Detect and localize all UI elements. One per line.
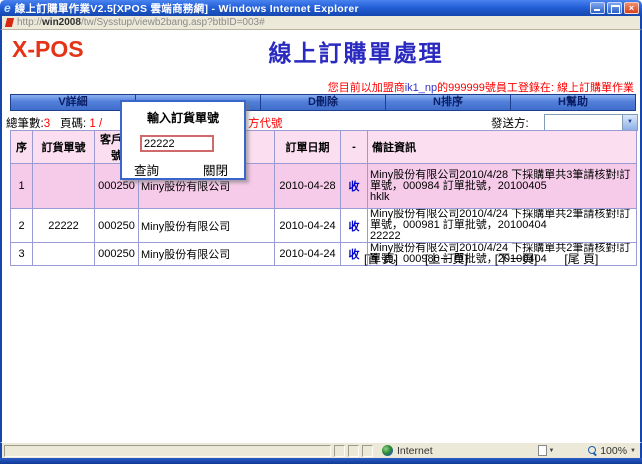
merchant-id: ik1_np [405,82,437,94]
close-button[interactable]: × [624,2,639,14]
protected-mode-control[interactable]: ▼ [525,445,567,456]
cell-customer-code: 000250 [95,243,139,266]
login-prefix: 您目前以加盟商 [328,82,405,94]
cell-flag: 收 [341,209,368,243]
toolbar-button-delete[interactable]: D刪除 [260,94,386,111]
status-cell [334,445,345,457]
browser-window: e 線上訂購單作業V2.5[XPOS 雲端商務網] - Windows Inte… [0,0,642,464]
url-prefix: http:// [17,17,42,28]
total-count-value: 3 [44,118,50,130]
cell-order-no: 22222 [33,209,95,243]
window-bottom-border [0,458,642,464]
window-title: 線上訂購單作業V2.5[XPOS 雲端商務網] - Windows Intern… [15,1,359,16]
url-text: http://win2008/tw/Sysstup/viewb2bang.asp… [17,17,265,28]
total-count: 總筆數:3 [6,115,50,131]
cell-seq: 3 [11,243,33,266]
ie-logo-icon: e [4,2,11,14]
hint-text-fragment: 方代號 [248,115,283,131]
page-content: X-POS 線上訂購單處理 您目前以加盟商ik1_np的999999號員工登錄在… [0,30,642,442]
page-icon [538,445,547,456]
orders-table: 序 訂貨單號 客戶代號 客戶名稱 訂單日期 - 備註資訊 1 000250 Mi… [10,130,637,266]
login-suffix: 號員工登錄在: 線上訂購單作業 [485,82,634,94]
pagination-prev[interactable]: [上一頁] [425,250,468,267]
cell-order-no [33,164,95,209]
minimize-button[interactable] [590,2,605,14]
cell-customer-code: 000250 [95,209,139,243]
maximize-button[interactable] [607,2,622,14]
sender-label: 發送方: [491,115,529,131]
cell-order-date: 2010-04-28 [275,164,341,209]
page-title: 線上訂購單處理 [72,34,640,68]
cell-seq: 2 [11,209,33,243]
chevron-down-icon: ▼ [630,448,636,454]
chevron-down-icon: ▼ [549,448,555,454]
security-zone: Internet [376,445,481,457]
page-number-value: 1 / [89,118,102,130]
table-row[interactable]: 1 000250 Miny股份有限公司 2010-04-28 收 Miny股份有… [11,164,637,209]
login-mid: 的 [437,82,448,94]
total-count-label: 總筆數: [6,118,44,130]
address-bar: http://win2008/tw/Sysstup/viewb2bang.asp… [0,16,642,30]
sender-select-value [545,115,622,130]
login-notice: 您目前以加盟商ik1_np的999999號員工登錄在: 線上訂購單作業 [328,79,634,95]
order-number-dialog: 輸入訂貨單號 查詢 關閉 [120,100,246,180]
magnifier-icon [588,446,597,455]
zone-label: Internet [397,445,433,457]
sender-select[interactable]: ▼ [544,114,638,131]
zoom-control[interactable]: 100% ▼ [570,445,636,457]
status-cell [362,445,373,457]
cell-order-date: 2010-04-24 [275,209,341,243]
employee-id: 999999 [448,82,485,94]
status-gap [484,445,522,457]
cell-remark: Miny股份有限公司2010/4/24 下採購單共2筆請核對!訂單號，00098… [368,209,637,243]
cell-seq: 1 [11,164,33,209]
cell-customer-name: Miny股份有限公司 [139,243,275,266]
cell-order-date: 2010-04-24 [275,243,341,266]
dialog-close-button[interactable]: 關閉 [203,160,228,179]
header-order-date: 訂單日期 [275,131,341,164]
cell-remark: Miny股份有限公司2010/4/28 下採購單共3筆請核對!訂單號，00098… [368,164,637,209]
toolbar: V詳細 D刪除 N排序 H幫助 [10,94,636,111]
pagination-next[interactable]: [下一頁] [495,250,538,267]
address-alert-icon [5,18,14,27]
header-order-no: 訂貨單號 [33,131,95,164]
cell-customer-name: Miny股份有限公司 [139,209,275,243]
toolbar-button-detail[interactable]: V詳細 [10,94,136,111]
pagination: [首 頁] [上一頁] [下一頁] [尾 頁] [364,250,598,267]
globe-icon [382,445,393,456]
cell-order-no [33,243,95,266]
toolbar-button-help[interactable]: H幫助 [510,94,636,111]
table-header-row: 序 訂貨單號 客戶代號 客戶名稱 訂單日期 - 備註資訊 [11,131,637,164]
window-titlebar: e 線上訂購單作業V2.5[XPOS 雲端商務網] - Windows Inte… [0,0,642,16]
dialog-query-button[interactable]: 查詢 [134,160,159,179]
cell-flag: 收 [341,164,368,209]
url-path: /tw/Sysstup/viewb2bang.asp?btbID=003# [81,17,265,28]
toolbar-button-sort[interactable]: N排序 [385,94,511,111]
page-number: 頁碼: 1 / [60,115,102,131]
pagination-first[interactable]: [首 頁] [364,250,398,267]
header-remark: 備註資訊 [368,131,637,164]
dialog-title: 輸入訂貨單號 [122,109,244,126]
status-message-panel [4,445,331,457]
page-number-label: 頁碼: [60,118,86,130]
table-row[interactable]: 2 22222 000250 Miny股份有限公司 2010-04-24 收 M… [11,209,637,243]
pagination-last[interactable]: [尾 頁] [564,250,598,267]
status-bar: Internet ▼ 100% ▼ [0,442,642,458]
chevron-down-icon[interactable]: ▼ [622,115,637,130]
status-cell [348,445,359,457]
header-seq: 序 [11,131,33,164]
url-host: win2008 [42,17,81,28]
header-flag: - [341,131,368,164]
order-number-input[interactable] [140,135,214,152]
zoom-level: 100% [600,445,627,457]
